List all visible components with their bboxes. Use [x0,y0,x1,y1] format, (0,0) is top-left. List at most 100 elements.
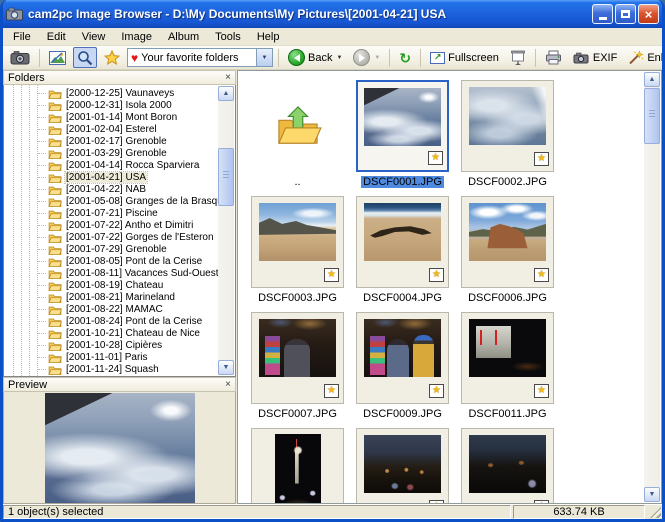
thumbnail-cell[interactable]: ★ [356,80,449,172]
folder-icon [48,328,62,339]
print-button[interactable] [541,47,566,68]
thumbnail-item[interactable]: ★ [459,428,556,503]
camera-download-button[interactable] [6,47,34,68]
folder-tree-item[interactable]: [2001-04-21] USA [4,171,218,183]
scroll-up-button[interactable]: ▲ [218,86,234,101]
slideshow-button[interactable] [506,47,530,68]
thumbnail-item[interactable]: ★ [354,428,451,503]
folder-icon [48,160,62,171]
menu-edit[interactable]: Edit [39,29,74,45]
folder-tree-item[interactable]: [2001-08-22] MAMAC [4,303,218,315]
thumbnail-cell[interactable]: ★ [251,312,344,404]
app-icon [6,7,23,21]
thumbnail-item[interactable]: ★DSCF0001.JPG [354,80,451,192]
scroll-up-button[interactable]: ▲ [644,72,660,87]
thumbnail-cell[interactable] [251,428,344,503]
folder-tree-item[interactable]: [2001-11-24] Squash [4,363,218,375]
thumbnail-cell[interactable]: ★ [461,80,554,172]
preview-panel-close-icon[interactable]: × [225,380,231,390]
tree-connector [38,201,46,202]
thumbnail-cell[interactable]: ★ [461,312,554,404]
thumbnail-cell[interactable]: ★ [356,428,449,503]
tree-connector [38,117,46,118]
scroll-down-button[interactable]: ▼ [218,360,234,375]
folder-icon [48,220,62,231]
folder-tree-item[interactable]: [2001-08-11] Vacances Sud-Ouest [4,267,218,279]
folder-tree-item[interactable]: [2001-07-29] Grenoble [4,243,218,255]
folder-tree-item[interactable]: [2001-11-01] Paris [4,351,218,363]
favorite-star-icon: ★ [534,152,549,166]
tree-connector [38,165,46,166]
thumbnail-item[interactable]: ★DSCF0007.JPG [249,312,346,424]
thumbnail-item[interactable]: ★DSCF0009.JPG [354,312,451,424]
thumbnail-cell[interactable]: ★ [356,312,449,404]
preview-body [3,392,236,504]
folder-tree-item[interactable]: [2001-08-24] Pont de la Cerise [4,315,218,327]
folder-tree-item[interactable]: [2001-10-28] Cipières [4,339,218,351]
browse-mode-button[interactable] [73,47,97,68]
thumbnail-item[interactable]: ★DSCF0011.JPG [459,312,556,424]
enhance-button[interactable]: Enhance [624,47,662,68]
folder-tree-item[interactable]: [2001-10-21] Chateau de Nice [4,327,218,339]
maximize-button[interactable] [615,4,636,24]
fullscreen-button[interactable]: ↗ Fullscreen [426,47,503,68]
favorite-star-icon: ★ [534,384,549,398]
back-button[interactable]: Back ▼ [284,47,346,68]
thumbnail-item[interactable]: ★DSCF0006.JPG [459,196,556,308]
folder-tree-item[interactable]: [2001-08-05] Pont de la Cerise [4,255,218,267]
tree-connector [38,333,46,334]
folder-name: [2001-05-08] Granges de la Brasque [65,196,229,207]
folder-tree-item[interactable]: [2001-07-21] Piscine [4,207,218,219]
scroll-down-button[interactable]: ▼ [644,487,660,502]
combobox-dropdown-button[interactable]: ▼ [256,49,272,66]
menu-file[interactable]: File [5,29,39,45]
exif-button[interactable]: EXIF [569,47,621,68]
image-viewer-button[interactable] [45,47,70,68]
thumbnail-cell[interactable]: ★ [251,196,344,288]
folders-panel-title: Folders [8,72,45,84]
folder-tree-item[interactable]: [2001-07-22] Gorges de l'Esteron [4,231,218,243]
close-button[interactable]: × [638,4,659,24]
title-bar[interactable]: cam2pc Image Browser - D:\My Documents\M… [0,0,665,28]
folder-tree-item[interactable]: [2001-04-22] NAB [4,183,218,195]
scrollbar-thumb[interactable] [218,148,234,206]
tree-connector [38,309,46,310]
folder-tree-item[interactable]: [2001-08-21] Marineland [4,291,218,303]
folder-tree-item[interactable]: [2001-07-22] Antho et Dimitri [4,219,218,231]
parent-folder-item[interactable]: .. [249,80,346,192]
folder-tree-item[interactable]: [2001-01-14] Mont Boron [4,111,218,123]
menu-view[interactable]: View [74,29,114,45]
folder-tree-item[interactable]: [2001-02-17] Grenoble [4,135,218,147]
thumbnail-cell[interactable]: ★ [461,196,554,288]
favorite-folders-combobox[interactable]: ♥ Your favorite folders ▼ [127,48,273,67]
refresh-button[interactable]: ↻ [395,47,415,68]
forward-button[interactable]: ▼ [349,47,384,68]
folders-panel-close-icon[interactable]: × [225,73,231,83]
back-dropdown-caret[interactable]: ▼ [336,55,342,61]
scrollbar-thumb[interactable] [644,88,660,144]
folder-tree-item[interactable]: [2001-04-14] Rocca Sparviera [4,159,218,171]
menu-help[interactable]: Help [249,29,288,45]
thumbnail-cell[interactable]: ★ [461,428,554,503]
thumbnail-item[interactable]: ★DSCF0004.JPG [354,196,451,308]
thumbnail-item[interactable]: ★DSCF0003.JPG [249,196,346,308]
menu-tools[interactable]: Tools [207,29,249,45]
menu-image[interactable]: Image [113,29,160,45]
thumbnail-item[interactable] [249,428,346,503]
thumbnails-scrollbar[interactable]: ▲ ▼ [644,72,660,502]
minimize-button[interactable] [592,4,613,24]
menu-album[interactable]: Album [160,29,207,45]
thumbnail-cell[interactable]: ★ [356,196,449,288]
thumbnail-image [364,319,441,377]
folder-tree-item[interactable]: [2001-08-19] Chateau [4,279,218,291]
folder-tree-item[interactable]: [2001-02-04] Esterel [4,123,218,135]
folder-tree-item[interactable]: [2000-12-31] Isola 2000 [4,99,218,111]
tree-connector [38,321,46,322]
folder-tree-item[interactable]: [2000-12-25] Vaunaveys [4,87,218,99]
thumbnail-item[interactable]: ★DSCF0002.JPG [459,80,556,192]
favorites-button[interactable] [100,47,124,68]
folder-tree-item[interactable]: [2001-03-29] Grenoble [4,147,218,159]
resize-grip[interactable] [647,505,662,519]
folder-tree-item[interactable]: [2001-05-08] Granges de la Brasque [4,195,218,207]
folder-tree-scrollbar[interactable]: ▲ ▼ [218,86,234,375]
